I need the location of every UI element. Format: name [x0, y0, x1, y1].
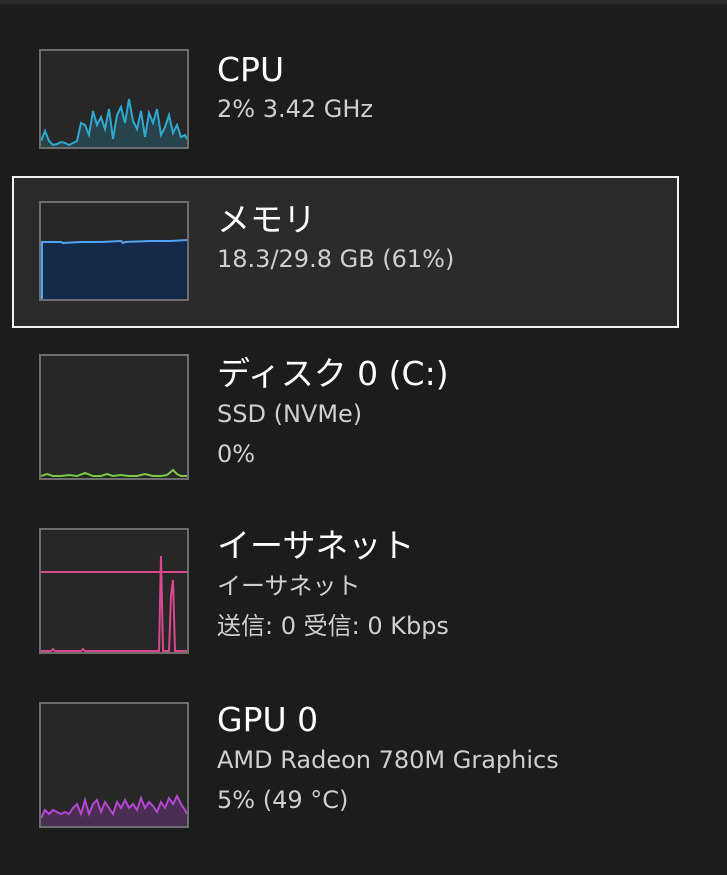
item-title: CPU [217, 50, 285, 89]
item-title: メモリ [217, 200, 316, 239]
disk-activity-graph-icon [39, 354, 189, 480]
item-utilization: 0% [217, 440, 256, 468]
perf-item-ethernet[interactable]: イーサネット イーサネット 送信: 0 受信: 0 Kbps [12, 514, 679, 664]
cpu-text-block: CPU 2% 3.42 GHz [217, 36, 677, 129]
perf-item-memory[interactable]: メモリ 18.3/29.8 GB (61%) [12, 176, 679, 328]
gpu-text-block: GPU 0 AMD Radeon 780M Graphics 5% (49 °C… [217, 690, 677, 820]
item-detail: SSD (NVMe) [217, 400, 363, 428]
item-title: GPU 0 [217, 700, 319, 739]
item-detail: 2% 3.42 GHz [217, 95, 374, 123]
top-divider [0, 0, 727, 4]
cpu-usage-graph-icon [39, 49, 189, 149]
item-adapter-name: イーサネット [217, 572, 361, 600]
item-title: ディスク 0 (C:) [217, 354, 449, 393]
item-usage-temp: 5% (49 °C) [217, 786, 349, 814]
item-model: AMD Radeon 780M Graphics [217, 746, 559, 774]
disk-text-block: ディスク 0 (C:) SSD (NVMe) 0% [217, 342, 677, 474]
item-title: イーサネット [217, 526, 415, 565]
perf-item-cpu[interactable]: CPU 2% 3.42 GHz [12, 34, 679, 164]
memory-text-block: メモリ 18.3/29.8 GB (61%) [217, 178, 677, 279]
gpu-usage-graph-icon [39, 702, 189, 828]
ethernet-text-block: イーサネット イーサネット 送信: 0 受信: 0 Kbps [217, 516, 677, 646]
perf-item-gpu[interactable]: GPU 0 AMD Radeon 780M Graphics 5% (49 °C… [12, 688, 679, 838]
memory-usage-graph-icon [39, 201, 189, 301]
performance-sidebar: CPU 2% 3.42 GHz メモリ 18.3/29.8 GB (61%) デ… [0, 0, 727, 875]
perf-item-disk[interactable]: ディスク 0 (C:) SSD (NVMe) 0% [12, 340, 679, 490]
item-throughput: 送信: 0 受信: 0 Kbps [217, 612, 449, 640]
item-detail: 18.3/29.8 GB (61%) [217, 245, 455, 273]
ethernet-throughput-graph-icon [39, 528, 189, 654]
